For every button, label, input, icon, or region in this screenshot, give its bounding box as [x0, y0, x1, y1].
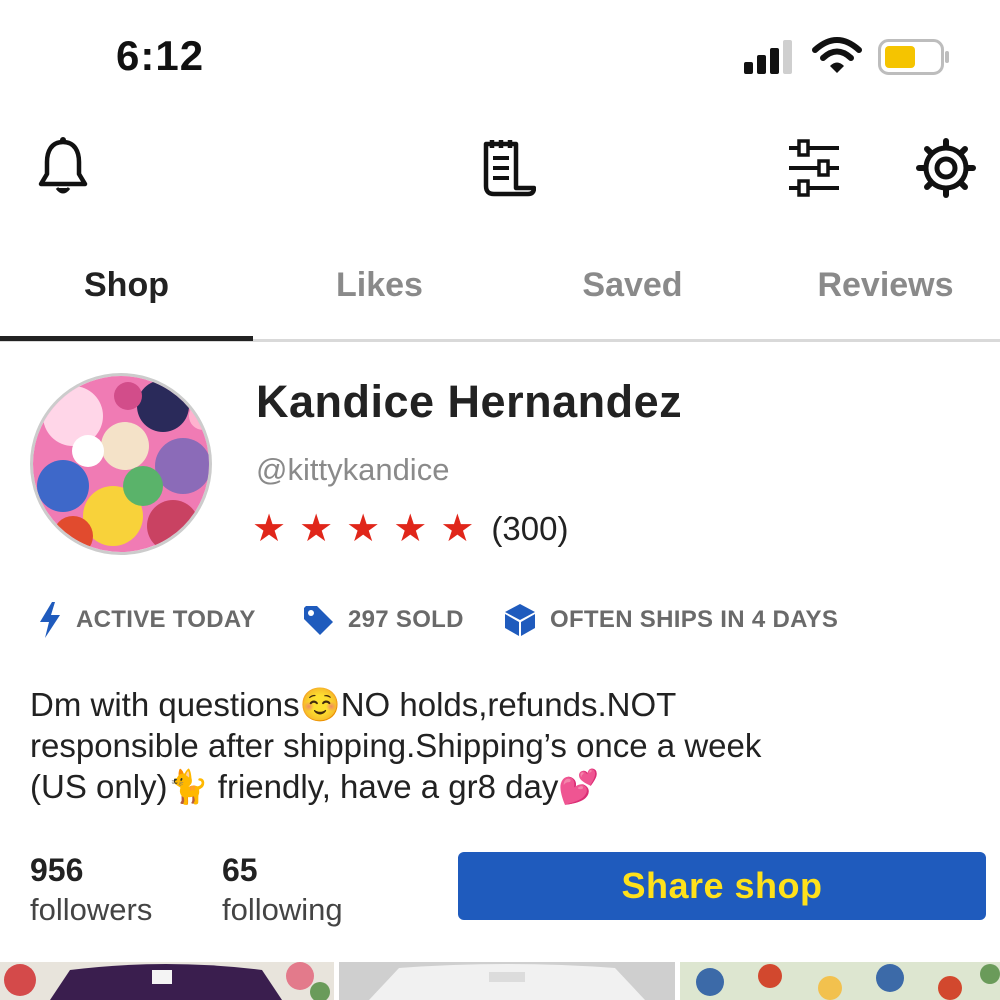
badge-label: ACTIVE TODAY	[76, 606, 256, 633]
share-shop-button[interactable]: Share shop	[458, 852, 986, 920]
tab-likes[interactable]: Likes	[253, 250, 506, 339]
following-label: following	[222, 892, 343, 927]
gear-icon[interactable]	[914, 136, 978, 200]
tab-label: Likes	[336, 266, 423, 304]
badge-active: ACTIVE TODAY	[38, 598, 256, 642]
badge-shipping: OFTEN SHIPS IN 4 DAYS	[504, 598, 838, 642]
status-time: 6:12	[116, 32, 205, 79]
rating-count: (300)	[491, 510, 569, 547]
star-icon: ★	[252, 508, 287, 550]
following-stat[interactable]: 65 following	[222, 850, 343, 930]
wifi-icon	[812, 37, 862, 73]
top-nav	[0, 120, 1000, 220]
badge-label: 297 SOLD	[348, 606, 464, 633]
signal-icon	[744, 40, 792, 74]
listing-thumbnail[interactable]	[339, 962, 675, 1000]
share-shop-label: Share shop	[621, 865, 823, 906]
sliders-icon[interactable]	[782, 136, 846, 200]
receipt-icon[interactable]	[474, 136, 538, 200]
tab-saved[interactable]: Saved	[506, 250, 759, 339]
star-icon: ★	[346, 508, 381, 550]
listing-grid	[0, 962, 1000, 1000]
profile-handle: @kittykandice	[256, 452, 450, 487]
badge-sold: 297 SOLD	[302, 598, 464, 642]
following-count: 65	[222, 852, 258, 888]
bell-icon[interactable]	[31, 136, 95, 200]
star-icon: ★	[299, 508, 334, 550]
bio: Dm with questions☺️NO holds,refunds.NOT …	[30, 684, 980, 807]
bio-line: responsible after shipping.Shipping’s on…	[30, 727, 762, 764]
battery-icon	[878, 39, 949, 75]
followers-count: 956	[30, 852, 84, 888]
active-tab-indicator	[0, 336, 253, 341]
box-icon	[505, 604, 535, 636]
listing-thumbnail[interactable]	[0, 962, 334, 1000]
status-bar: 6:12	[0, 0, 1000, 110]
tab-shop[interactable]: Shop	[0, 250, 253, 339]
followers-stat[interactable]: 956 followers	[30, 850, 152, 930]
tab-reviews[interactable]: Reviews	[759, 250, 1000, 339]
badge-label: OFTEN SHIPS IN 4 DAYS	[550, 606, 839, 633]
lightning-icon	[40, 602, 60, 638]
tab-label: Saved	[582, 266, 683, 304]
rating[interactable]: ★ ★ ★ ★ ★ (300)	[252, 506, 568, 552]
star-icon: ★	[440, 508, 475, 550]
listing-thumbnail[interactable]	[680, 962, 1000, 1000]
tab-label: Shop	[84, 266, 169, 304]
avatar[interactable]	[30, 373, 212, 555]
seller-badges: ACTIVE TODAY 297 SOLD OFTEN SHIPS IN 4 D…	[30, 598, 990, 642]
star-icon: ★	[393, 508, 428, 550]
followers-label: followers	[30, 892, 153, 927]
profile-tabs: Shop Likes Saved Reviews	[0, 250, 1000, 342]
bio-line: (US only)🐈 friendly, have a gr8 day💕	[30, 768, 600, 805]
bio-line: Dm with questions☺️NO holds,refunds.NOT	[30, 686, 677, 723]
tab-label: Reviews	[817, 266, 954, 304]
tag-icon	[304, 606, 333, 635]
profile-name: Kandice Hernandez	[256, 376, 683, 427]
